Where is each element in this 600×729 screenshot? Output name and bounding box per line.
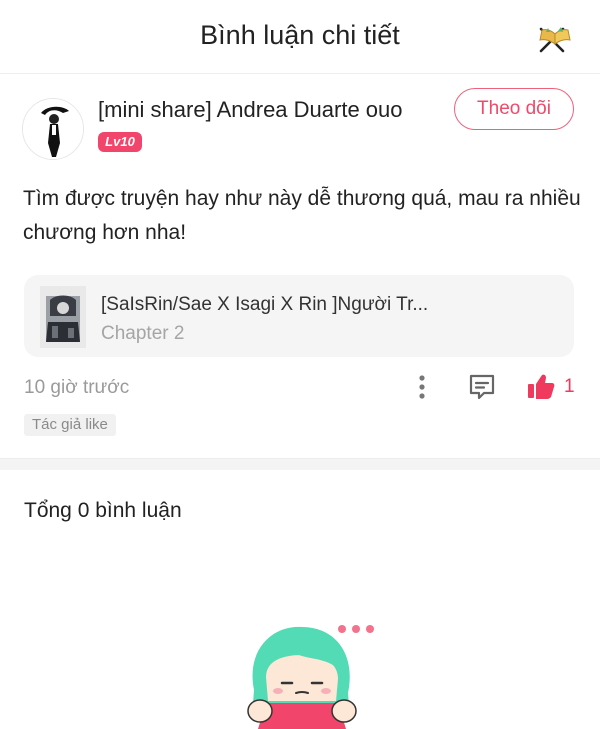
mascot-illustration — [247, 625, 374, 729]
comment-timestamp: 10 giờ trước — [24, 377, 130, 398]
more-options-button[interactable] — [412, 373, 432, 401]
level-badge: Lv10 — [98, 132, 142, 152]
book-icon — [539, 27, 571, 46]
more-vertical-icon — [419, 375, 425, 399]
story-cover-image — [40, 286, 86, 348]
story-title: [SaIsRin/Sae X Isagi X Rin ]Người Tr... — [101, 294, 429, 315]
page-title: Bình luận chi tiết — [200, 20, 400, 50]
like-button[interactable]: 1 — [526, 372, 586, 402]
chapter-label: Chapter 2 — [101, 323, 185, 344]
thumbs-up-icon — [528, 374, 555, 399]
total-comments-label: Tổng 0 bình luận — [24, 499, 182, 522]
chapter-link-card[interactable]: [SaIsRin/Sae X Isagi X Rin ]Người Tr... … — [24, 275, 574, 357]
author-name[interactable]: [mini share] Andrea Duarte ouo — [98, 97, 403, 123]
avatar-image — [23, 99, 83, 159]
reply-button[interactable] — [466, 372, 498, 402]
follow-button[interactable]: Theo dõi — [454, 88, 574, 130]
close-button[interactable] — [530, 12, 584, 62]
like-count: 1 — [564, 376, 575, 397]
section-divider — [0, 458, 600, 470]
header-bar: Bình luận chi tiết — [0, 0, 600, 74]
comment-text: Tìm được truyện hay như này dễ thương qu… — [23, 187, 581, 244]
empty-state-mascot — [232, 615, 382, 729]
comment-icon — [469, 374, 495, 400]
comment-author: [mini share] Andrea Duarte ouo Lv10 Theo… — [0, 86, 600, 166]
avatar[interactable] — [22, 98, 84, 160]
author-like-tag: Tác giả like — [24, 414, 116, 436]
